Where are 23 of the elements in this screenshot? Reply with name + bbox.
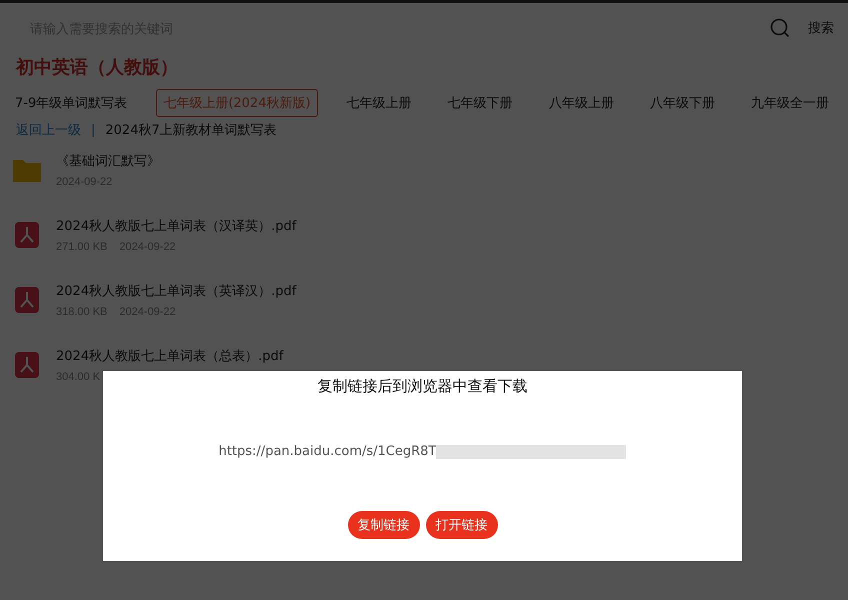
breadcrumb-current: 2024秋7上新教材单词默写表 [105,122,277,139]
page-title: 初中英语（人教版） [14,56,179,79]
pdf-icon [14,220,40,248]
file-name[interactable]: 2024秋人教版七上单词表（英译汉）.pdf [56,282,296,300]
category-tab[interactable]: 八年级上册 [542,89,621,117]
search-icon [770,18,790,38]
file-name[interactable]: 2024秋人教版七上单词表（总表）.pdf [56,346,284,364]
category-tab[interactable]: 九年级全一册 [744,89,836,117]
category-tab[interactable]: 八年级下册 [642,89,722,117]
file-name[interactable]: 《基础词汇默写》 [56,152,160,170]
dialog-title: 复制链接后到浏览器中查看下载 [318,377,528,396]
back-link[interactable]: 返回上一级 [16,121,81,139]
dialog-button[interactable]: 复制链接 [348,511,420,539]
breadcrumb-separator: | [91,122,96,138]
category-tab[interactable]: 七年级下册 [440,89,520,117]
category-tab[interactable]: 7-9年级单词默写表 [8,89,134,117]
dialog-button[interactable]: 打开链接 [426,511,498,539]
pdf-icon [14,350,40,378]
file-name[interactable]: 2024秋人教版七上单词表（汉译英）.pdf [56,216,296,234]
category-tab[interactable]: 七年级上册(2024秋新版) [156,89,318,117]
category-tab[interactable]: 七年级上册 [340,89,419,117]
pdf-icon [14,286,40,314]
search-button[interactable]: 搜索 [770,18,834,38]
